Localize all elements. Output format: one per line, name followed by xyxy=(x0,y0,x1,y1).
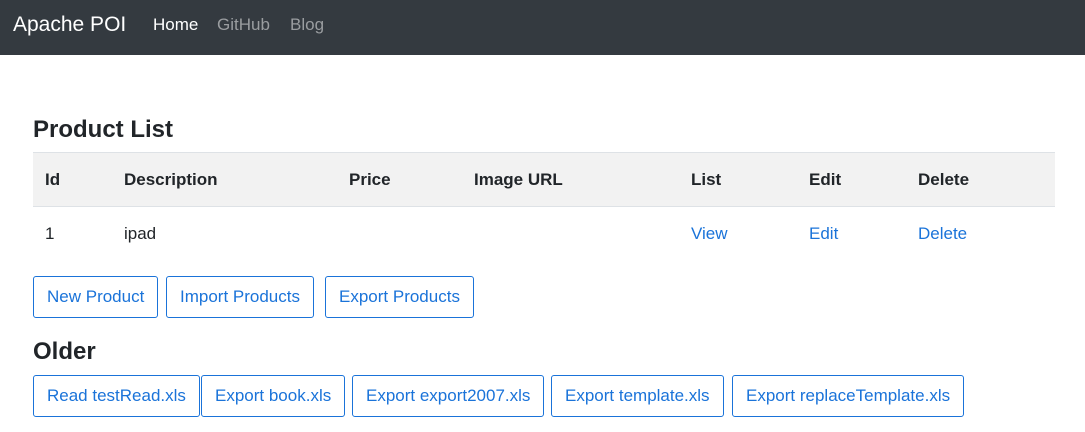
product-table-container: Id Description Price Image URL List Edit… xyxy=(33,152,1055,261)
nav-github-link[interactable]: GitHub xyxy=(217,14,270,36)
view-link[interactable]: View xyxy=(691,224,728,243)
table-header-row: Id Description Price Image URL List Edit… xyxy=(33,152,1055,207)
edit-link[interactable]: Edit xyxy=(809,224,838,243)
cell-description: ipad xyxy=(124,223,157,243)
export-book-button[interactable]: Export book.xls xyxy=(201,375,346,417)
export-template-button[interactable]: Export template.xls xyxy=(551,375,724,417)
cell-list: View xyxy=(679,207,797,261)
product-table: Id Description Price Image URL List Edit… xyxy=(33,152,1055,261)
table-row: 1 ipad View Edit Delete xyxy=(33,207,1055,261)
product-list-title: Product List xyxy=(33,116,174,143)
column-header-delete: Delete xyxy=(906,152,1055,207)
column-header-list: List xyxy=(679,152,797,207)
cell-delete: Delete xyxy=(906,207,1055,261)
column-header-price: Price xyxy=(337,152,462,207)
delete-link[interactable]: Delete xyxy=(918,224,967,243)
cell-edit: Edit xyxy=(797,207,906,261)
cell-id: 1 xyxy=(45,223,55,243)
column-header-description: Description xyxy=(112,152,337,207)
cell-image-url xyxy=(462,207,679,261)
export-replacetemplate-button[interactable]: Export replaceTemplate.xls xyxy=(732,375,965,417)
column-header-id: Id xyxy=(33,152,112,207)
older-section-title: Older xyxy=(33,338,96,365)
export-products-button[interactable]: Export Products xyxy=(325,276,474,318)
new-product-button[interactable]: New Product xyxy=(33,276,159,318)
brand-link[interactable]: Apache POI xyxy=(13,12,126,38)
top-navbar: Apache POI Home GitHub Blog xyxy=(0,0,1085,55)
nav-home-link[interactable]: Home xyxy=(153,14,198,36)
cell-price xyxy=(337,207,462,261)
read-testread-button[interactable]: Read testRead.xls xyxy=(33,375,200,417)
import-products-button[interactable]: Import Products xyxy=(166,276,314,318)
nav-blog-link[interactable]: Blog xyxy=(290,14,324,36)
column-header-image-url: Image URL xyxy=(462,152,679,207)
column-header-edit: Edit xyxy=(797,152,906,207)
export-export2007-button[interactable]: Export export2007.xls xyxy=(352,375,545,417)
